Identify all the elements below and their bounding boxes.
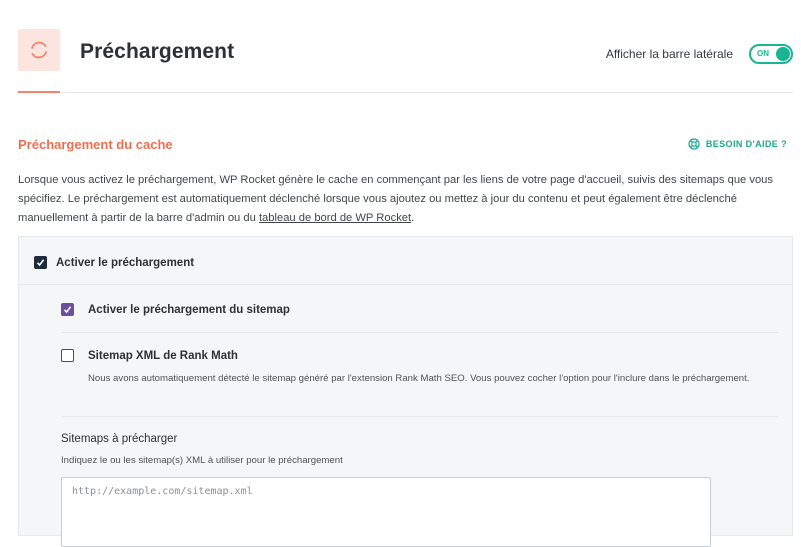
sitemaps-textarea[interactable]: http://example.com/sitemap.xml bbox=[61, 477, 711, 547]
help-link[interactable]: BESOIN D'AIDE ? bbox=[688, 138, 787, 150]
divider bbox=[19, 284, 792, 285]
page-icon-box bbox=[18, 29, 60, 71]
sitemaps-description: Indiquez le ou les sitemap(s) XML à util… bbox=[61, 455, 343, 466]
enable-sitemap-checkbox[interactable] bbox=[61, 303, 74, 316]
page-title: Préchargement bbox=[80, 40, 235, 63]
rank-math-option[interactable]: Sitemap XML de Rank Math bbox=[61, 349, 238, 362]
section-description: Lorsque vous activez le préchargement, W… bbox=[18, 171, 788, 228]
sidebar-toggle[interactable]: ON bbox=[749, 44, 793, 64]
toggle-state-text: ON bbox=[757, 49, 769, 58]
sitemaps-title: Sitemaps à précharger bbox=[61, 433, 178, 445]
divider bbox=[61, 332, 779, 333]
rank-math-help-text: Nous avons automatiquement détecté le si… bbox=[88, 373, 750, 384]
rank-math-label: Sitemap XML de Rank Math bbox=[88, 349, 238, 362]
enable-sitemap-option[interactable]: Activer le préchargement du sitemap bbox=[61, 303, 290, 316]
checkmark-icon bbox=[36, 259, 45, 267]
dashboard-link[interactable]: tableau de bord de WP Rocket bbox=[259, 212, 411, 224]
section-title: Préchargement du cache bbox=[18, 137, 173, 152]
lifebuoy-icon bbox=[688, 138, 700, 150]
page-header: Préchargement Afficher la barre latérale… bbox=[18, 0, 793, 93]
help-link-label: BESOIN D'AIDE ? bbox=[705, 139, 787, 149]
enable-preload-label: Activer le préchargement bbox=[56, 256, 195, 269]
refresh-icon bbox=[31, 41, 47, 59]
divider bbox=[61, 416, 779, 417]
toggle-knob bbox=[776, 47, 790, 61]
checkmark-icon bbox=[63, 306, 72, 314]
enable-sitemap-label: Activer le préchargement du sitemap bbox=[88, 303, 290, 316]
enable-preload-checkbox[interactable] bbox=[34, 256, 47, 269]
rank-math-checkbox[interactable] bbox=[61, 349, 74, 362]
enable-preload-option[interactable]: Activer le préchargement bbox=[34, 256, 194, 269]
header-accent-line bbox=[18, 91, 60, 93]
description-end: . bbox=[411, 212, 415, 224]
sidebar-toggle-label: Afficher la barre latérale bbox=[605, 47, 733, 61]
